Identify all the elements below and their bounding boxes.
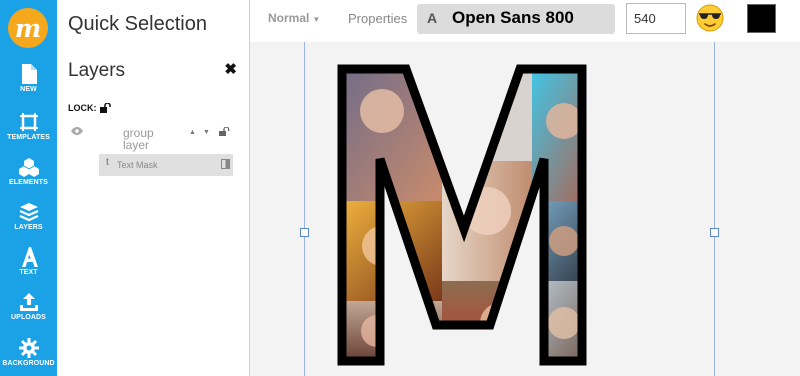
close-layers-button[interactable]: ✖	[224, 60, 237, 78]
eye-icon[interactable]	[71, 127, 83, 135]
nav-label-text: TEXT	[19, 269, 38, 276]
nav-label-layers: LAYERS	[14, 224, 43, 231]
resize-handle-right[interactable]	[710, 228, 719, 237]
chevron-down-icon: ▼	[312, 15, 321, 24]
lock-row: LOCK:	[68, 103, 111, 113]
layers-icon	[19, 203, 38, 222]
text-mask-label: Text Mask	[117, 160, 158, 170]
nav-templates[interactable]: TEMPLATES	[0, 112, 57, 141]
layer-row-group[interactable]: group layer ▲ ▼	[71, 124, 237, 152]
left-rail: m NEW TEMPLATES ELEMENTS LAYERS TEXT UPL…	[0, 0, 57, 376]
font-icon: A	[427, 10, 438, 26]
panel-title: Quick Selection	[68, 13, 207, 35]
text-mask-artwork[interactable]: M	[332, 61, 688, 371]
layer-row-text-mask[interactable]: t Text Mask	[99, 154, 233, 176]
text-layer-icon: t	[106, 157, 109, 168]
layers-title: Layers	[68, 60, 126, 81]
selection-guide-right	[714, 42, 715, 376]
elements-icon	[18, 158, 39, 177]
text-color-swatch[interactable]	[747, 4, 776, 33]
app-root: m NEW TEMPLATES ELEMENTS LAYERS TEXT UPL…	[0, 0, 800, 376]
properties-button[interactable]: Properties	[348, 11, 407, 26]
side-panel: Quick Selection Layers ✖ LOCK: group lay…	[57, 0, 249, 376]
blend-mode-label: Normal	[268, 11, 310, 25]
upload-icon	[19, 293, 38, 311]
layer-unlock-icon[interactable]	[219, 127, 230, 136]
nav-label-uploads: UPLOADS	[11, 314, 46, 321]
app-logo[interactable]: m	[8, 8, 48, 48]
mask-icon[interactable]	[221, 159, 230, 169]
blend-mode-dropdown[interactable]: Normal ▼	[268, 11, 320, 25]
top-toolbar: Normal ▼ Properties A Open Sans 800	[250, 0, 800, 42]
unlock-icon[interactable]	[99, 103, 111, 113]
font-size-input[interactable]	[626, 3, 686, 34]
lock-label: LOCK:	[68, 103, 97, 113]
text-icon	[21, 247, 38, 267]
nav-background[interactable]: BACKGROUND	[0, 338, 57, 367]
nav-uploads[interactable]: UPLOADS	[0, 292, 57, 321]
nav-label-background: BACKGROUND	[2, 360, 55, 367]
nav-new[interactable]: NEW	[0, 64, 57, 93]
logo-letter: m	[14, 13, 42, 43]
templates-icon	[19, 113, 38, 131]
font-selector[interactable]: A Open Sans 800	[417, 4, 615, 34]
nav-label-elements: ELEMENTS	[9, 179, 48, 186]
move-up-icon[interactable]: ▲	[189, 129, 196, 136]
sunglasses-emoji-icon[interactable]	[696, 4, 724, 32]
font-name: Open Sans 800	[452, 8, 574, 27]
nav-text[interactable]: TEXT	[0, 247, 57, 276]
nav-layers[interactable]: LAYERS	[0, 202, 57, 231]
move-down-icon[interactable]: ▼	[203, 129, 210, 136]
nav-label-templates: TEMPLATES	[7, 134, 50, 141]
design-canvas[interactable]: M	[250, 42, 800, 376]
nav-label-new: NEW	[20, 86, 37, 93]
group-layer-label: group layer	[123, 126, 154, 152]
file-icon	[21, 64, 37, 84]
nav-elements[interactable]: ELEMENTS	[0, 157, 57, 186]
selection-guide-left	[304, 42, 305, 376]
gear-icon	[18, 338, 39, 358]
resize-handle-left[interactable]	[300, 228, 309, 237]
